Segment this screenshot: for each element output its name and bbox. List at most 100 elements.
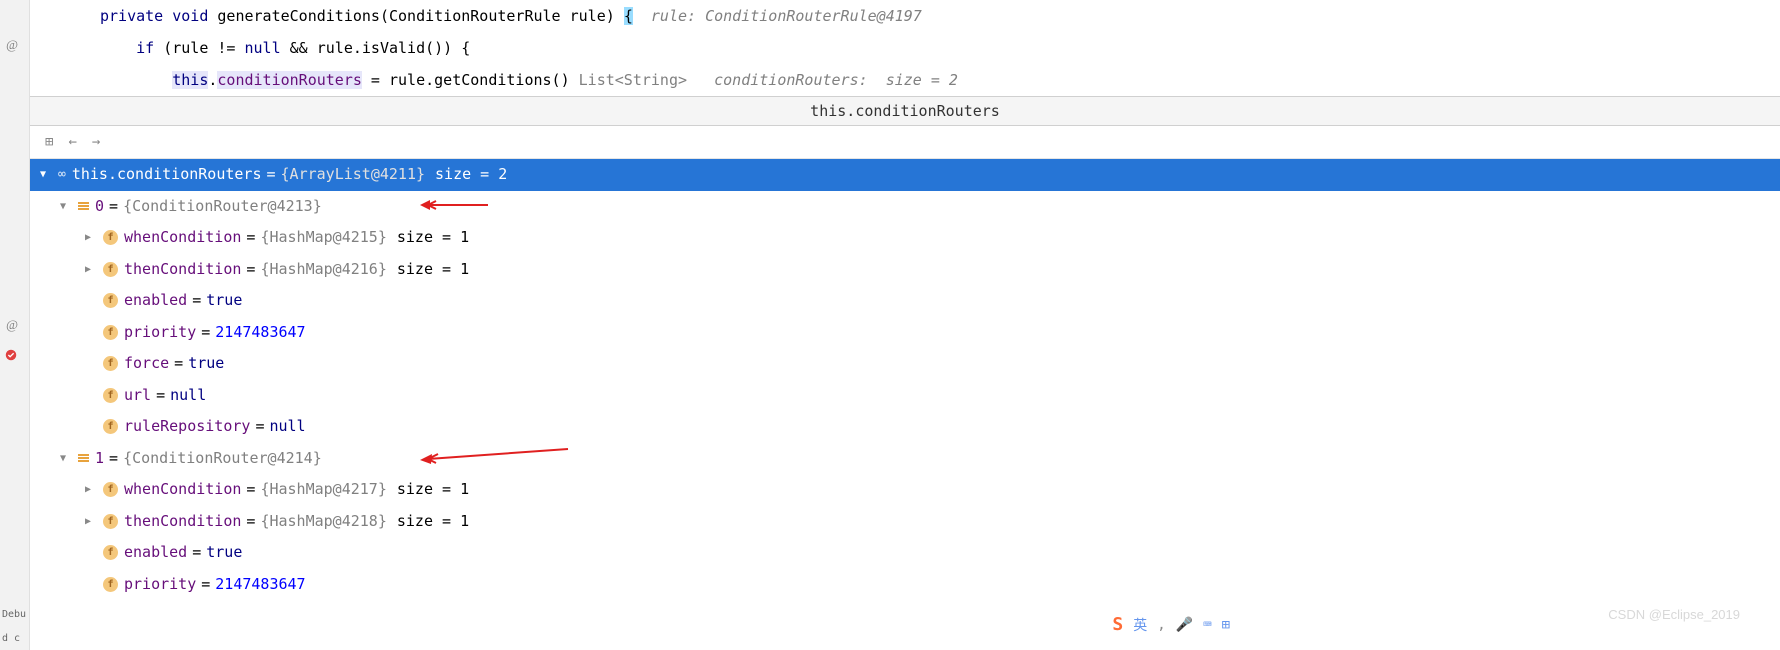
watermark: CSDN @Eclipse_2019 (1608, 607, 1740, 622)
var-name: priority (124, 572, 196, 598)
collapse-icon[interactable]: ▼ (40, 166, 54, 183)
size-label: size = 1 (397, 257, 469, 283)
object-ref: {ConditionRouter@4214} (123, 446, 322, 472)
variables-tree[interactable]: ▼ ∞ this.conditionRouters = {ArrayList@4… (30, 159, 1780, 600)
var-name: whenCondition (124, 477, 241, 503)
code-line-3[interactable]: this.conditionRouters = rule.getConditio… (40, 64, 1780, 96)
field-icon: f (103, 419, 118, 434)
object-ref: {ArrayList@4211} (281, 162, 426, 188)
object-ref: {ConditionRouter@4213} (123, 194, 322, 220)
var-name: this.conditionRouters (72, 162, 262, 188)
var-name: thenCondition (124, 509, 241, 535)
keyword: void (172, 7, 208, 25)
keyword: if (136, 39, 154, 57)
params: (ConditionRouterRule rule) (380, 7, 624, 25)
field-icon: f (103, 388, 118, 403)
expand-icon[interactable]: ▶ (85, 481, 99, 498)
value: 2147483647 (215, 320, 305, 346)
dc-label: d c (2, 633, 20, 644)
tree-root-row[interactable]: ▼ ∞ this.conditionRouters = {ArrayList@4… (30, 159, 1780, 191)
var-name: thenCondition (124, 257, 241, 283)
tree-item-0[interactable]: ▼ 0 = {ConditionRouter@4213} (30, 191, 1780, 223)
expand-icon[interactable]: ▶ (85, 229, 99, 246)
debugger-title: this.conditionRouters (30, 96, 1780, 126)
var-name: whenCondition (124, 225, 241, 251)
value: 2147483647 (215, 572, 305, 598)
size-label: size = 1 (397, 477, 469, 503)
field-icon: f (103, 262, 118, 277)
value: null (170, 383, 206, 409)
ime-bar[interactable]: S 英 , 🎤 ⌨ ⊞ (1112, 614, 1230, 635)
field-icon: f (103, 230, 118, 245)
code-editor[interactable]: private void generateConditions(Conditio… (30, 0, 1780, 96)
value: true (188, 351, 224, 377)
ime-lang[interactable]: 英 (1133, 615, 1147, 635)
tree-field-row[interactable]: ▶fthenCondition={HashMap@4216}size = 1 (30, 254, 1780, 286)
object-ref: {HashMap@4218} (260, 509, 386, 535)
mic-icon[interactable]: 🎤 (1176, 617, 1193, 633)
code-line-1[interactable]: private void generateConditions(Conditio… (40, 0, 1780, 32)
field-icon: f (103, 545, 118, 560)
field-icon: f (103, 514, 118, 529)
watch-icon: ∞ (58, 164, 66, 186)
tree-field-row[interactable]: fruleRepository=null (30, 411, 1780, 443)
annotation-arrow-icon (420, 198, 490, 212)
keyword: null (245, 39, 281, 57)
value: true (206, 288, 242, 314)
back-icon[interactable]: ← (68, 134, 76, 150)
collapse-icon[interactable]: ▼ (60, 198, 74, 215)
method-name: generateConditions (217, 7, 380, 25)
field-icon: f (103, 356, 118, 371)
size-label: size = 2 (435, 162, 507, 188)
var-name: enabled (124, 288, 187, 314)
debug-tab-label[interactable]: Debu (2, 609, 26, 620)
tree-field-row[interactable]: fenabled=true (30, 537, 1780, 569)
tree-field-row[interactable]: ▶fthenCondition={HashMap@4218}size = 1 (30, 506, 1780, 538)
var-name: enabled (124, 540, 187, 566)
grid-icon[interactable]: ⊞ (1222, 617, 1230, 633)
expand-icon[interactable]: ▶ (85, 513, 99, 530)
sogou-icon[interactable]: S (1112, 614, 1123, 635)
var-name: url (124, 383, 151, 409)
expand-icon[interactable]: ⊞ (45, 134, 53, 150)
tree-field-row[interactable]: fpriority=2147483647 (30, 317, 1780, 349)
field-icon: f (103, 293, 118, 308)
keyword: private (100, 7, 163, 25)
forward-icon[interactable]: → (92, 134, 100, 150)
object-ref: {HashMap@4215} (260, 225, 386, 251)
annotation-icon: @ (6, 317, 18, 333)
list-element-icon (78, 454, 89, 462)
var-name: ruleRepository (124, 414, 250, 440)
field-icon: f (103, 482, 118, 497)
index: 1 (95, 446, 104, 472)
tree-field-row[interactable]: furl=null (30, 380, 1780, 412)
tree-field-row[interactable]: fpriority=2147483647 (30, 569, 1780, 601)
object-ref: {HashMap@4216} (260, 257, 386, 283)
expand-icon[interactable]: ▶ (85, 261, 99, 278)
inline-hint: rule: ConditionRouterRule@4197 (633, 7, 922, 25)
tree-item-1[interactable]: ▼ 1 = {ConditionRouter@4214} (30, 443, 1780, 475)
collapse-icon[interactable]: ▼ (60, 450, 74, 467)
keyboard-icon[interactable]: ⌨ (1203, 617, 1211, 633)
tree-field-row[interactable]: fforce=true (30, 348, 1780, 380)
list-element-icon (78, 202, 89, 210)
debugger-toolbar: ⊞ ← → (30, 126, 1780, 159)
var-name: force (124, 351, 169, 377)
value: null (269, 414, 305, 440)
annotation-arrow-icon (420, 446, 570, 464)
type-hint: List<String> (570, 71, 687, 89)
field-highlight: conditionRouters (217, 71, 362, 89)
tree-field-row[interactable]: ▶fwhenCondition={HashMap@4217}size = 1 (30, 474, 1780, 506)
field-icon: f (103, 577, 118, 592)
breakpoint-check-icon (4, 348, 18, 362)
var-name: priority (124, 320, 196, 346)
annotation-icon: @ (6, 37, 18, 53)
object-ref: {HashMap@4217} (260, 477, 386, 503)
editor-gutter: @ @ (0, 0, 30, 650)
size-label: size = 1 (397, 509, 469, 535)
field-icon: f (103, 325, 118, 340)
code-line-2[interactable]: if (rule != null && rule.isValid()) { (40, 32, 1780, 64)
tree-field-row[interactable]: fenabled=true (30, 285, 1780, 317)
tree-field-row[interactable]: ▶fwhenCondition={HashMap@4215}size = 1 (30, 222, 1780, 254)
brace-highlight: { (624, 7, 633, 25)
